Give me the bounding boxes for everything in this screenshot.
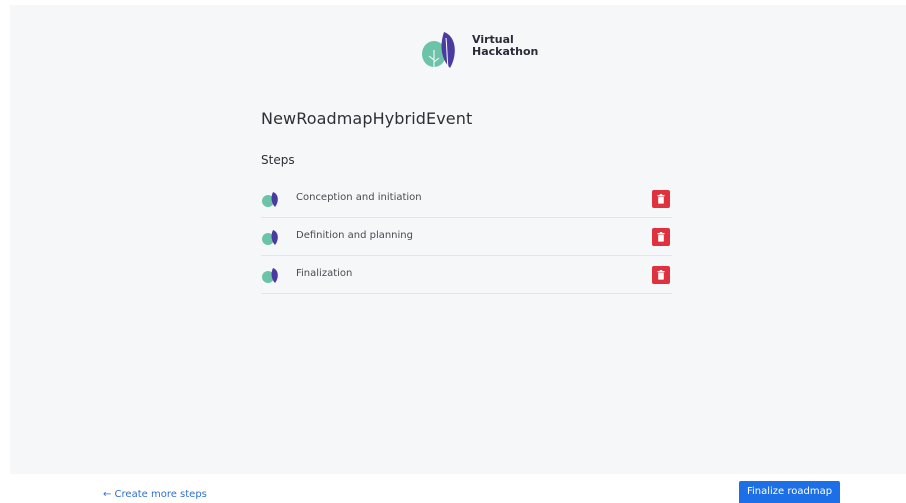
step-label: Finalization	[296, 268, 353, 279]
steps-heading: Steps	[261, 153, 295, 167]
step-leaves-icon	[262, 268, 278, 283]
step-row: Conception and initiation	[261, 180, 672, 218]
step-row: Definition and planning	[261, 218, 672, 256]
trash-icon	[657, 194, 665, 204]
finalize-roadmap-button[interactable]: Finalize roadmap	[739, 481, 840, 503]
page-title: NewRoadmapHybridEvent	[261, 109, 473, 128]
trash-icon	[657, 270, 665, 280]
brand: Virtual Hackathon	[410, 28, 570, 78]
page: Virtual Hackathon NewRoadmapHybridEvent …	[0, 0, 906, 503]
step-label: Conception and initiation	[296, 192, 422, 203]
main-panel: Virtual Hackathon NewRoadmapHybridEvent …	[10, 5, 906, 474]
twin-leaves-logo-icon	[422, 32, 455, 70]
step-label: Definition and planning	[296, 230, 413, 241]
brand-line-2: Hackathon	[472, 45, 539, 58]
step-leaves-icon	[262, 192, 278, 207]
steps-list: Conception and initiation Definition and…	[261, 180, 672, 294]
create-more-steps-link[interactable]: ← Create more steps	[103, 489, 207, 500]
delete-step-button[interactable]	[652, 228, 670, 246]
delete-step-button[interactable]	[652, 266, 670, 284]
trash-icon	[657, 232, 665, 242]
brand-name: Virtual Hackathon	[472, 34, 538, 58]
step-row: Finalization	[261, 256, 672, 294]
step-leaves-icon	[262, 230, 278, 245]
delete-step-button[interactable]	[652, 190, 670, 208]
